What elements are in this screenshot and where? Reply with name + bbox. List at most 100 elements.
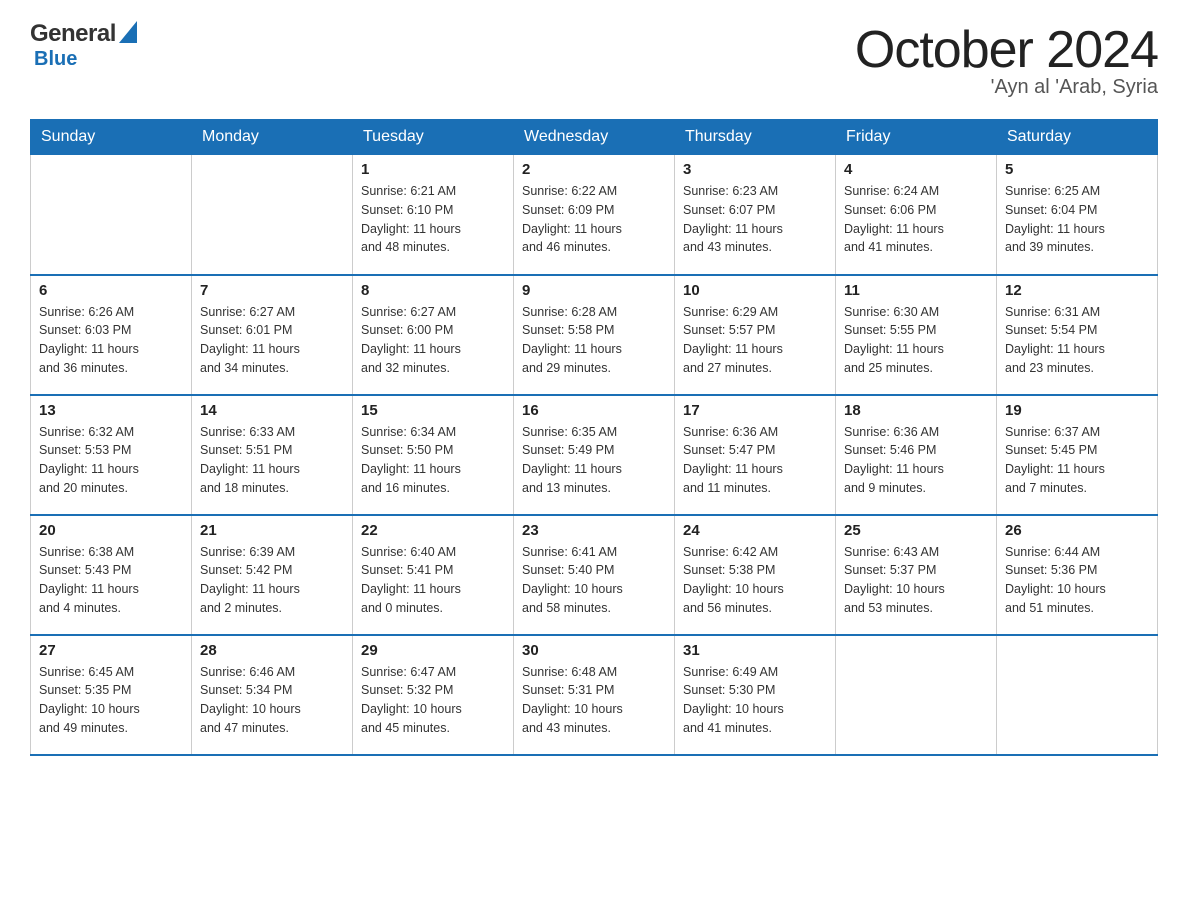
calendar-header-row: Sunday Monday Tuesday Wednesday Thursday… bbox=[31, 120, 1158, 155]
day-info: Sunrise: 6:33 AMSunset: 5:51 PMDaylight:… bbox=[200, 423, 344, 498]
day-info: Sunrise: 6:26 AMSunset: 6:03 PMDaylight:… bbox=[39, 303, 183, 378]
day-number: 9 bbox=[522, 282, 666, 299]
day-number: 2 bbox=[522, 161, 666, 178]
calendar-cell: 1Sunrise: 6:21 AMSunset: 6:10 PMDaylight… bbox=[353, 155, 514, 275]
day-number: 22 bbox=[361, 522, 505, 539]
day-number: 17 bbox=[683, 402, 827, 419]
day-info: Sunrise: 6:47 AMSunset: 5:32 PMDaylight:… bbox=[361, 663, 505, 738]
day-info: Sunrise: 6:36 AMSunset: 5:46 PMDaylight:… bbox=[844, 423, 988, 498]
calendar-cell: 3Sunrise: 6:23 AMSunset: 6:07 PMDaylight… bbox=[675, 155, 836, 275]
day-number: 7 bbox=[200, 282, 344, 299]
day-number: 8 bbox=[361, 282, 505, 299]
day-info: Sunrise: 6:31 AMSunset: 5:54 PMDaylight:… bbox=[1005, 303, 1149, 378]
day-info: Sunrise: 6:27 AMSunset: 6:00 PMDaylight:… bbox=[361, 303, 505, 378]
calendar-cell: 25Sunrise: 6:43 AMSunset: 5:37 PMDayligh… bbox=[836, 515, 997, 635]
day-number: 20 bbox=[39, 522, 183, 539]
day-number: 13 bbox=[39, 402, 183, 419]
day-info: Sunrise: 6:35 AMSunset: 5:49 PMDaylight:… bbox=[522, 423, 666, 498]
calendar-cell: 24Sunrise: 6:42 AMSunset: 5:38 PMDayligh… bbox=[675, 515, 836, 635]
day-number: 27 bbox=[39, 642, 183, 659]
calendar-cell bbox=[997, 635, 1158, 755]
calendar-cell: 4 Sunrise: 6:24 AMSunset: 6:06 PMDaylight… bbox=[836, 155, 997, 275]
header-wednesday: Wednesday bbox=[514, 120, 675, 155]
page-header: General Blue October 2024 'Ayn al 'Arab,… bbox=[30, 20, 1158, 99]
day-number: 14 bbox=[200, 402, 344, 419]
header-thursday: Thursday bbox=[675, 120, 836, 155]
calendar-week-row: 20 Sunrise: 6:38 AMSunset: 5:43 PMDayligh… bbox=[31, 515, 1158, 635]
title-section: October 2024 'Ayn al 'Arab, Syria bbox=[855, 20, 1158, 99]
header-monday: Monday bbox=[192, 120, 353, 155]
calendar-cell: 5 Sunrise: 6:25 AMSunset: 6:04 PMDaylight… bbox=[997, 155, 1158, 275]
day-info: Sunrise: 6:49 AMSunset: 5:30 PMDaylight:… bbox=[683, 663, 827, 738]
day-number: 23 bbox=[522, 522, 666, 539]
day-info: Sunrise: 6:44 AMSunset: 5:36 PMDaylight:… bbox=[1005, 543, 1149, 618]
day-number: 11 bbox=[844, 282, 988, 299]
calendar-week-row: 6 Sunrise: 6:26 AMSunset: 6:03 PMDaylight… bbox=[31, 275, 1158, 395]
day-number: 12 bbox=[1005, 282, 1149, 299]
day-info: Sunrise: 6:48 AMSunset: 5:31 PMDaylight:… bbox=[522, 663, 666, 738]
calendar-cell: 22 Sunrise: 6:40 AMSunset: 5:41 PMDayligh… bbox=[353, 515, 514, 635]
calendar-cell bbox=[836, 635, 997, 755]
calendar-cell: 9 Sunrise: 6:28 AMSunset: 5:58 PMDaylight… bbox=[514, 275, 675, 395]
day-info: Sunrise: 6:24 AMSunset: 6:06 PMDaylight:… bbox=[844, 182, 988, 257]
calendar-cell bbox=[31, 155, 192, 275]
day-number: 16 bbox=[522, 402, 666, 419]
calendar-cell: 29 Sunrise: 6:47 AMSunset: 5:32 PMDayligh… bbox=[353, 635, 514, 755]
calendar-cell: 26 Sunrise: 6:44 AMSunset: 5:36 PMDayligh… bbox=[997, 515, 1158, 635]
calendar-cell: 8 Sunrise: 6:27 AMSunset: 6:00 PMDaylight… bbox=[353, 275, 514, 395]
header-friday: Friday bbox=[836, 120, 997, 155]
calendar-cell: 14 Sunrise: 6:33 AMSunset: 5:51 PMDayligh… bbox=[192, 395, 353, 515]
calendar-cell: 10Sunrise: 6:29 AMSunset: 5:57 PMDayligh… bbox=[675, 275, 836, 395]
day-number: 24 bbox=[683, 522, 827, 539]
logo-general-text: General bbox=[30, 20, 116, 48]
calendar-cell: 30 Sunrise: 6:48 AMSunset: 5:31 PMDayligh… bbox=[514, 635, 675, 755]
day-number: 21 bbox=[200, 522, 344, 539]
day-number: 18 bbox=[844, 402, 988, 419]
day-info: Sunrise: 6:25 AMSunset: 6:04 PMDaylight:… bbox=[1005, 182, 1149, 257]
day-info: Sunrise: 6:38 AMSunset: 5:43 PMDaylight:… bbox=[39, 543, 183, 618]
calendar-week-row: 1Sunrise: 6:21 AMSunset: 6:10 PMDaylight… bbox=[31, 155, 1158, 275]
calendar-cell: 7 Sunrise: 6:27 AMSunset: 6:01 PMDaylight… bbox=[192, 275, 353, 395]
month-title: October 2024 bbox=[855, 20, 1158, 80]
day-info: Sunrise: 6:27 AMSunset: 6:01 PMDaylight:… bbox=[200, 303, 344, 378]
day-info: Sunrise: 6:30 AMSunset: 5:55 PMDaylight:… bbox=[844, 303, 988, 378]
day-info: Sunrise: 6:39 AMSunset: 5:42 PMDaylight:… bbox=[200, 543, 344, 618]
calendar-week-row: 27Sunrise: 6:45 AMSunset: 5:35 PMDayligh… bbox=[31, 635, 1158, 755]
day-info: Sunrise: 6:21 AMSunset: 6:10 PMDaylight:… bbox=[361, 182, 505, 257]
day-number: 26 bbox=[1005, 522, 1149, 539]
calendar-cell: 2 Sunrise: 6:22 AMSunset: 6:09 PMDaylight… bbox=[514, 155, 675, 275]
logo: General Blue bbox=[30, 20, 137, 71]
day-number: 4 bbox=[844, 161, 988, 178]
header-tuesday: Tuesday bbox=[353, 120, 514, 155]
day-info: Sunrise: 6:34 AMSunset: 5:50 PMDaylight:… bbox=[361, 423, 505, 498]
day-number: 5 bbox=[1005, 161, 1149, 178]
day-info: Sunrise: 6:43 AMSunset: 5:37 PMDaylight:… bbox=[844, 543, 988, 618]
calendar-cell: 20 Sunrise: 6:38 AMSunset: 5:43 PMDayligh… bbox=[31, 515, 192, 635]
calendar-cell: 17 Sunrise: 6:36 AMSunset: 5:47 PMDayligh… bbox=[675, 395, 836, 515]
day-number: 6 bbox=[39, 282, 183, 299]
calendar-cell: 13 Sunrise: 6:32 AMSunset: 5:53 PMDayligh… bbox=[31, 395, 192, 515]
day-number: 10 bbox=[683, 282, 827, 299]
calendar-cell: 27Sunrise: 6:45 AMSunset: 5:35 PMDayligh… bbox=[31, 635, 192, 755]
day-info: Sunrise: 6:36 AMSunset: 5:47 PMDaylight:… bbox=[683, 423, 827, 498]
day-info: Sunrise: 6:23 AMSunset: 6:07 PMDaylight:… bbox=[683, 182, 827, 257]
calendar-cell: 6 Sunrise: 6:26 AMSunset: 6:03 PMDaylight… bbox=[31, 275, 192, 395]
calendar-week-row: 13 Sunrise: 6:32 AMSunset: 5:53 PMDayligh… bbox=[31, 395, 1158, 515]
day-info: Sunrise: 6:28 AMSunset: 5:58 PMDaylight:… bbox=[522, 303, 666, 378]
day-number: 19 bbox=[1005, 402, 1149, 419]
logo-triangle-icon bbox=[119, 21, 137, 48]
calendar-cell: 11 Sunrise: 6:30 AMSunset: 5:55 PMDayligh… bbox=[836, 275, 997, 395]
day-number: 30 bbox=[522, 642, 666, 659]
calendar-cell: 15Sunrise: 6:34 AMSunset: 5:50 PMDayligh… bbox=[353, 395, 514, 515]
day-info: Sunrise: 6:41 AMSunset: 5:40 PMDaylight:… bbox=[522, 543, 666, 618]
day-info: Sunrise: 6:40 AMSunset: 5:41 PMDaylight:… bbox=[361, 543, 505, 618]
day-info: Sunrise: 6:32 AMSunset: 5:53 PMDaylight:… bbox=[39, 423, 183, 498]
day-number: 31 bbox=[683, 642, 827, 659]
day-info: Sunrise: 6:22 AMSunset: 6:09 PMDaylight:… bbox=[522, 182, 666, 257]
logo-blue-text: Blue bbox=[34, 48, 77, 71]
calendar-cell: 23 Sunrise: 6:41 AMSunset: 5:40 PMDayligh… bbox=[514, 515, 675, 635]
header-saturday: Saturday bbox=[997, 120, 1158, 155]
day-number: 29 bbox=[361, 642, 505, 659]
day-number: 28 bbox=[200, 642, 344, 659]
calendar-cell: 16 Sunrise: 6:35 AMSunset: 5:49 PMDayligh… bbox=[514, 395, 675, 515]
